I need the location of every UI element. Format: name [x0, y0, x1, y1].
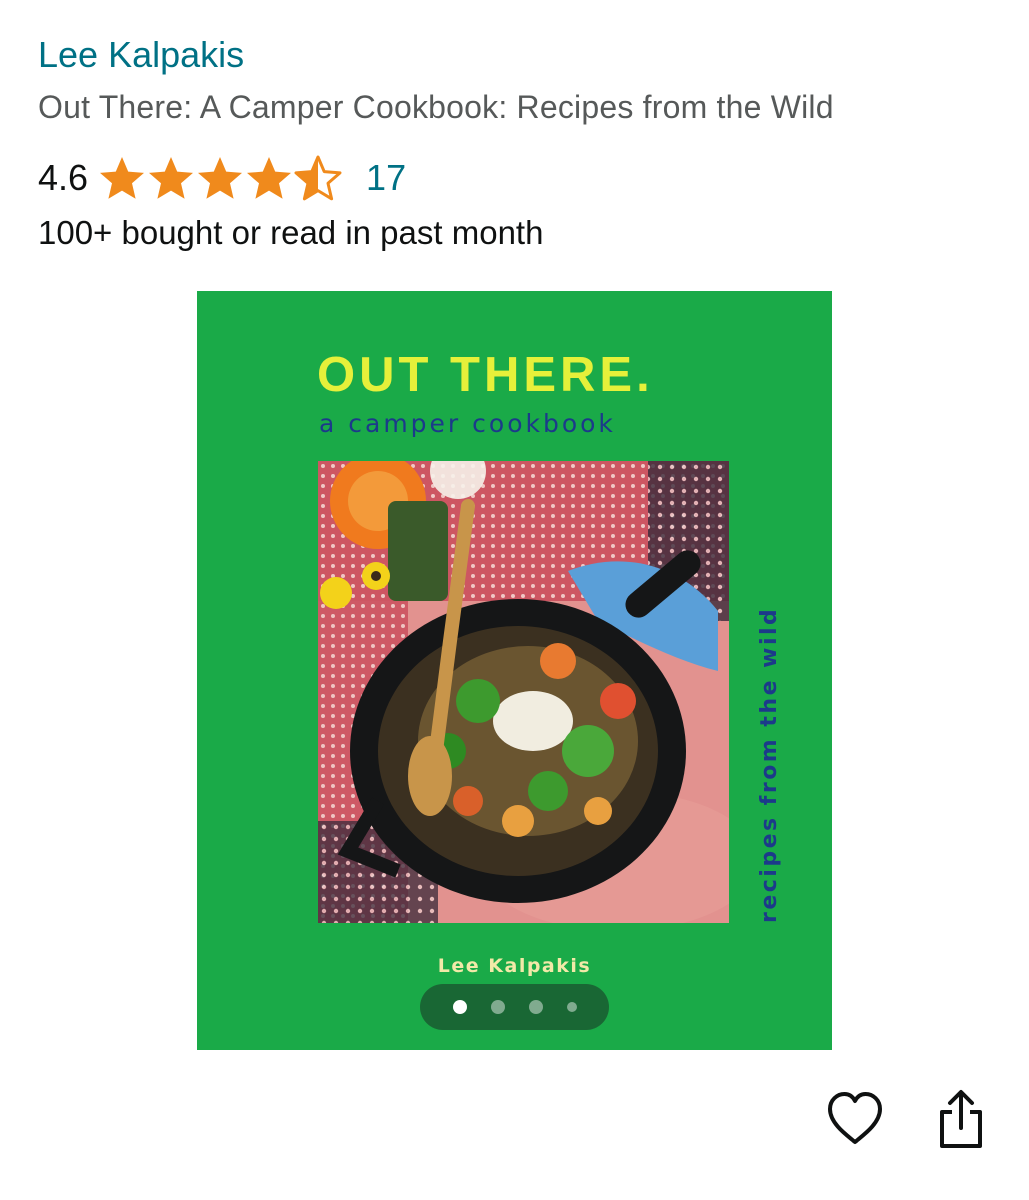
image-carousel-indicator[interactable]: [420, 984, 609, 1030]
author-link[interactable]: Lee Kalpakis: [38, 34, 244, 76]
cover-vertical-text: recipes from the wild: [757, 606, 782, 923]
rating-value: 4.6: [38, 157, 89, 198]
share-button[interactable]: [934, 1088, 988, 1150]
share-icon: [940, 1090, 982, 1148]
book-title: Out There: A Camper Cookbook: Recipes fr…: [38, 89, 834, 125]
carousel-dot-active[interactable]: [452, 1000, 467, 1014]
cover-title: OUT THERE.: [317, 348, 654, 402]
carousel-dot[interactable]: [566, 1002, 577, 1012]
cover-subtitle: a camper cookbook: [319, 409, 616, 438]
heart-icon: [828, 1092, 882, 1144]
skillet-food-illustration: [318, 461, 729, 923]
bought-count-text: 100+ bought or read in past month: [38, 214, 544, 251]
carousel-dot[interactable]: [490, 1000, 505, 1014]
wishlist-button[interactable]: [826, 1090, 884, 1148]
product-page: Lee Kalpakis Out There: A Camper Cookboo…: [0, 0, 1029, 1200]
star-rating[interactable]: [98, 153, 346, 203]
rating-row: 4.6 17: [38, 150, 406, 206]
ratings-count-link[interactable]: 17: [366, 157, 406, 199]
cover-photo: [318, 461, 729, 923]
stars-icon: [100, 155, 342, 201]
book-cover-image[interactable]: OUT THERE. a camper cookbook recipes fro…: [197, 291, 832, 1050]
carousel-dot[interactable]: [528, 1000, 543, 1014]
cover-author: Lee Kalpakis: [437, 955, 592, 977]
